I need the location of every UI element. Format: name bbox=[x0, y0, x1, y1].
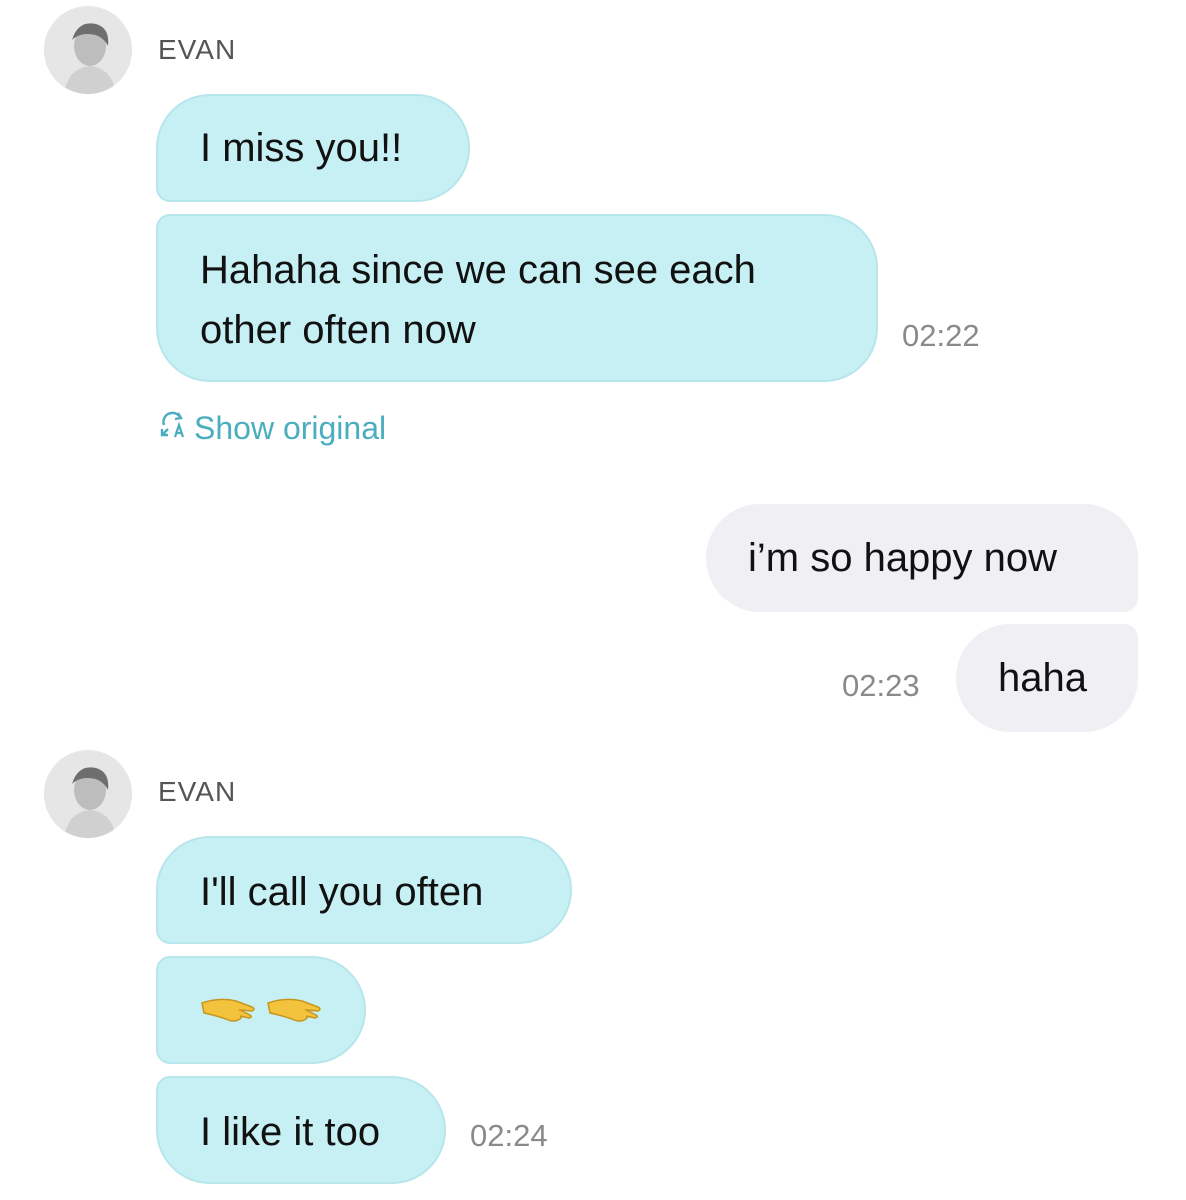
message-bubble-incoming[interactable] bbox=[156, 956, 366, 1064]
message-text: I miss you!! bbox=[200, 126, 403, 170]
message-timestamp: 02:22 bbox=[902, 318, 980, 353]
message-bubble-outgoing[interactable]: haha bbox=[956, 624, 1138, 732]
pinching-hand-icon bbox=[266, 993, 324, 1027]
message-text: haha bbox=[998, 656, 1087, 700]
message-bubble-incoming[interactable]: I'll call you often bbox=[156, 836, 572, 944]
message-text: i’m so happy now bbox=[748, 536, 1058, 580]
message-bubble-incoming[interactable]: I like it too bbox=[156, 1076, 446, 1184]
message-bubble-incoming[interactable]: Hahaha since we can see each other often… bbox=[156, 214, 878, 382]
message-text-line: other often now bbox=[200, 308, 476, 352]
sender-name: EVAN bbox=[158, 776, 237, 807]
avatar[interactable] bbox=[44, 6, 132, 94]
show-original-link[interactable]: Show original bbox=[158, 408, 386, 448]
message-timestamp: 02:24 bbox=[470, 1118, 548, 1153]
message-bubble-outgoing[interactable]: i’m so happy now bbox=[706, 504, 1138, 612]
message-text: I like it too bbox=[200, 1110, 381, 1154]
translate-icon bbox=[158, 409, 188, 447]
avatar[interactable] bbox=[44, 750, 132, 838]
show-original-label: Show original bbox=[194, 409, 387, 446]
avatar-photo-icon bbox=[44, 750, 132, 838]
message-timestamp: 02:23 bbox=[842, 668, 920, 703]
pinching-hand-icon bbox=[200, 993, 258, 1027]
sender-name: EVAN bbox=[158, 34, 237, 65]
message-text: I'll call you often bbox=[200, 870, 484, 914]
avatar-photo-icon bbox=[44, 6, 132, 94]
message-bubble-incoming[interactable]: I miss you!! bbox=[156, 94, 470, 202]
message-text-line: Hahaha since we can see each bbox=[200, 248, 756, 292]
